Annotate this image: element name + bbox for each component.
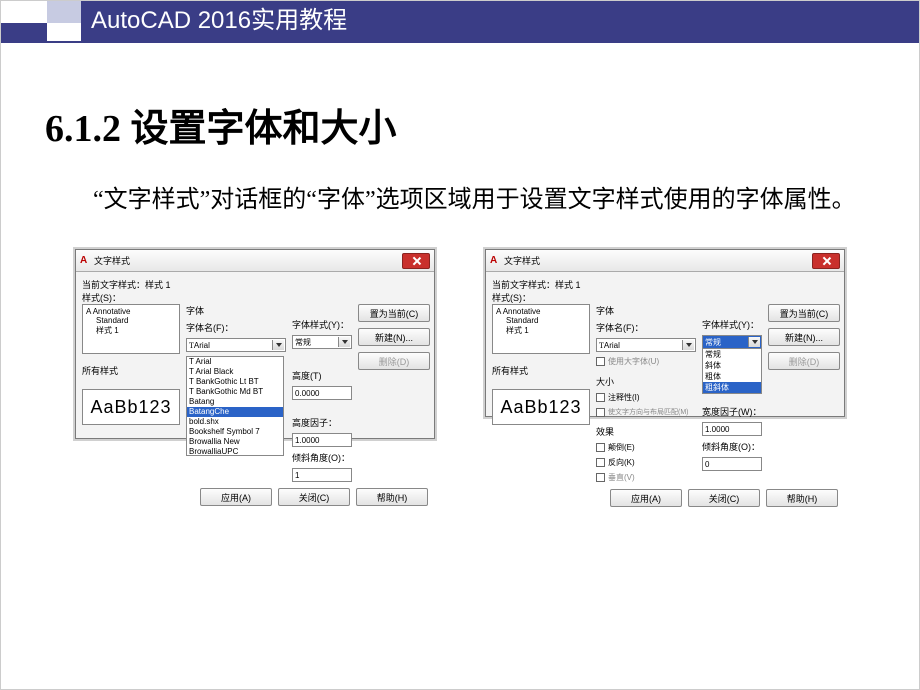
dialog-title: 文字样式 (94, 254, 130, 267)
font-name-dropdown[interactable]: T Arial (596, 338, 696, 352)
preview-box: AaBb123 (82, 389, 180, 425)
font-style-open-list[interactable]: 常规斜体粗体粗斜体 (702, 348, 762, 394)
font-style-dropdown[interactable]: 常规 (292, 335, 352, 349)
all-styles-label: 所有样式 (82, 364, 180, 377)
apply-button[interactable]: 应用(A) (200, 488, 272, 506)
font-list-item[interactable]: BrowalliaUPC (187, 447, 283, 456)
styles-label: 样式(S)： (492, 291, 838, 304)
font-list-item[interactable]: T BankGothic Md BT (187, 387, 283, 397)
preview-box: AaBb123 (492, 389, 590, 425)
font-list-item[interactable]: Batang (187, 397, 283, 407)
font-list-item[interactable]: bold.shx (187, 417, 283, 427)
effects-group-label: 效果 (596, 425, 696, 438)
chevron-down-icon[interactable] (748, 337, 760, 347)
delete-style-button[interactable]: 删除(D) (358, 352, 430, 370)
set-current-button[interactable]: 置为当前(C) (358, 304, 430, 322)
titlebar: A 文字样式 (76, 250, 434, 272)
font-list-item[interactable]: T BankGothic Lt BT (187, 377, 283, 387)
course-title: AutoCAD 2016实用教程 (81, 1, 919, 41)
styles-listbox[interactable]: A Annotative Standard 样式 1 (82, 304, 180, 354)
section-paragraph: “文字样式”对话框的“字体”选项区域用于设置文字样式使用的字体属性。 (45, 182, 875, 219)
width-factor-input[interactable]: 1.0000 (702, 422, 762, 436)
current-style-label: 当前文字样式：样式 1 (82, 278, 428, 291)
section-heading: 6.1.2 设置字体和大小 (45, 97, 875, 152)
apply-button[interactable]: 应用(A) (610, 489, 682, 507)
annotative-checkbox[interactable]: 注释性(I) (596, 392, 696, 403)
header-accent-dark (1, 23, 47, 41)
autocad-icon: A (80, 256, 90, 266)
delete-style-button[interactable]: 删除(D) (768, 352, 840, 370)
text-style-dialog-2: A 文字样式 当前文字样式：样式 1 样式(S)： A Annotative S… (485, 249, 845, 417)
chevron-down-icon[interactable] (682, 340, 694, 350)
size-group-label: 大小 (596, 375, 696, 388)
font-style-option[interactable]: 粗体 (703, 371, 761, 382)
titlebar: A 文字样式 (486, 250, 844, 272)
font-list-item[interactable]: T Arial Black (187, 367, 283, 377)
dialog-title: 文字样式 (504, 254, 540, 267)
font-list-item[interactable]: Browallia New (187, 437, 283, 447)
close-icon[interactable] (402, 253, 430, 269)
oblique-label: 倾斜角度(O)： (702, 440, 762, 453)
set-current-button[interactable]: 置为当前(C) (768, 304, 840, 322)
new-style-button[interactable]: 新建(N)... (358, 328, 430, 346)
help-button[interactable]: 帮助(H) (766, 489, 838, 507)
font-name-label: 字体名(F)： (596, 321, 696, 334)
all-styles-label: 所有样式 (492, 364, 590, 377)
font-style-option[interactable]: 粗斜体 (703, 382, 761, 393)
oblique-input[interactable]: 0 (702, 457, 762, 471)
help-button[interactable]: 帮助(H) (356, 488, 428, 506)
height-label: 高度(T) (292, 369, 352, 382)
font-group-label: 字体 (596, 304, 696, 317)
new-style-button[interactable]: 新建(N)... (768, 328, 840, 346)
big-font-checkbox[interactable]: 使用大字体(U) (596, 356, 696, 367)
font-style-option[interactable]: 斜体 (703, 360, 761, 371)
font-style-label: 字体样式(Y)： (702, 318, 762, 331)
close-button[interactable]: 关闭(C) (688, 489, 760, 507)
header-underline (1, 41, 919, 43)
match-orient-checkbox: 使文字方向与布局匹配(M) (596, 407, 696, 417)
styles-listbox[interactable]: A Annotative Standard 样式 1 (492, 304, 590, 354)
font-group-label: 字体 (186, 304, 286, 317)
font-list-item[interactable]: T Arial (187, 357, 283, 367)
header-accent-light (47, 1, 81, 23)
styles-label: 样式(S)： (82, 291, 428, 304)
oblique-label: 倾斜角度(O)： (292, 451, 352, 464)
autocad-icon: A (490, 256, 500, 266)
close-button[interactable]: 关闭(C) (278, 488, 350, 506)
chevron-down-icon[interactable] (338, 337, 350, 347)
current-style-label: 当前文字样式：样式 1 (492, 278, 838, 291)
width-factor-label: 宽度因子(W)： (702, 405, 762, 418)
font-style-dropdown-open[interactable]: 常规 (702, 335, 762, 349)
close-icon[interactable] (812, 253, 840, 269)
font-style-option[interactable]: 常规 (703, 349, 761, 360)
height-factor-input[interactable]: 1.0000 (292, 433, 352, 447)
text-style-dialog-1: A 文字样式 当前文字样式：样式 1 样式(S)： A Annotative S… (75, 249, 435, 439)
font-list-item[interactable]: BatangChe (187, 407, 283, 417)
font-list-item[interactable]: Bookshelf Symbol 7 (187, 427, 283, 437)
vertical-checkbox: 垂直(V) (596, 472, 696, 483)
font-name-label: 字体名(F)： (186, 321, 286, 334)
chevron-down-icon[interactable] (272, 340, 284, 350)
font-style-label: 字体样式(Y)： (292, 318, 352, 331)
height-input[interactable]: 0.0000 (292, 386, 352, 400)
font-name-open-list[interactable]: T ArialT Arial BlackT BankGothic Lt BTT … (186, 356, 284, 456)
backwards-checkbox[interactable]: 反向(K) (596, 457, 696, 468)
font-name-dropdown[interactable]: T Arial (186, 338, 286, 352)
height-factor-label: 高度因子： (292, 416, 352, 429)
oblique-input[interactable]: 1 (292, 468, 352, 482)
upside-down-checkbox[interactable]: 颠倒(E) (596, 442, 696, 453)
slide-header: AutoCAD 2016实用教程 (1, 1, 919, 49)
